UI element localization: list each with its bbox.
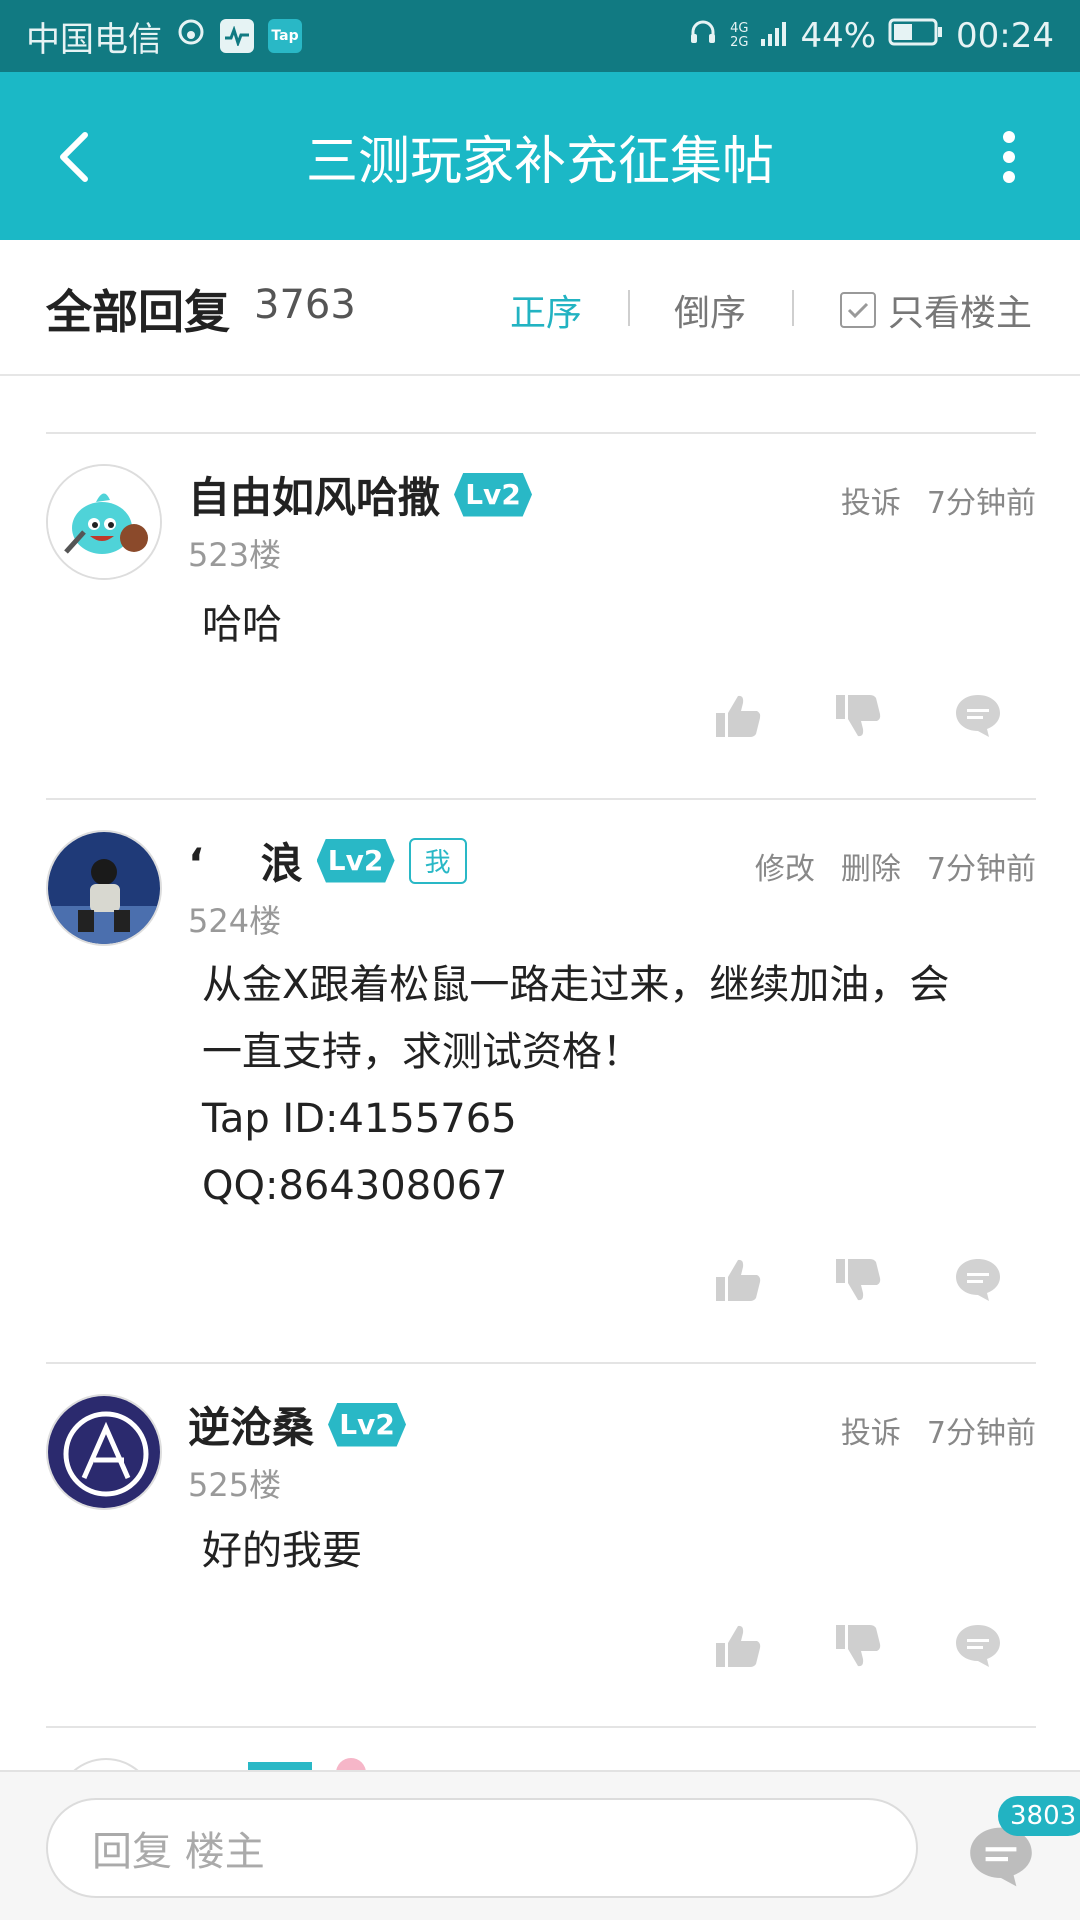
status-left: 中国电信 Tap [26, 0, 302, 72]
comment-bubble-icon[interactable] [948, 1616, 1008, 1676]
username[interactable]: ‘ 浪 Lv2 我 [188, 830, 467, 891]
post-actions [708, 1616, 1008, 1676]
post-time: 7分钟前 [926, 486, 1036, 521]
clock: 00:24 [956, 16, 1054, 56]
comment-bubble-icon[interactable] [948, 1250, 1008, 1310]
comment-bubble-icon[interactable] [948, 686, 1008, 746]
signal-icon [760, 16, 788, 56]
content-line: 从金X跟着松鼠一路走过来，继续加油，会 [202, 962, 950, 1008]
only-op-toggle[interactable]: 只看楼主 [840, 284, 1032, 336]
thumb-up-icon[interactable] [708, 1616, 768, 1676]
sort-ascending-tab[interactable]: 正序 [510, 284, 582, 336]
post-meta: 投诉 7分钟前 [841, 478, 1036, 522]
username-text: 逆沧桑 [188, 1403, 315, 1452]
status-right: 4G 2G 44% 00:24 [688, 0, 1054, 72]
app-header: 三测玩家补充征集帖 [0, 72, 1080, 240]
avatar[interactable] [46, 464, 162, 580]
post-content: 从金X跟着松鼠一路走过来，继续加油，会 一直支持，求测试资格！ Tap ID:4… [202, 952, 1022, 1220]
delete-link[interactable]: 删除 [841, 844, 901, 888]
content-line: 哈哈 [202, 602, 282, 648]
content-line: 好的我要 [202, 1528, 362, 1574]
divider [628, 290, 630, 326]
thumb-down-icon[interactable] [828, 1250, 888, 1310]
avatar[interactable] [46, 1394, 162, 1510]
me-badge: 我 [408, 837, 467, 884]
post-meta: 修改 删除 7分钟前 [755, 844, 1036, 888]
avatar[interactable] [56, 1758, 156, 1770]
sticker-icon [336, 1758, 366, 1770]
reply-post: 逆沧桑 Lv2 525楼 投诉 7分钟前 好的我要 [46, 1362, 1036, 1726]
post-content: 哈哈 [202, 592, 1022, 659]
battery-icon [888, 16, 944, 56]
level-badge [248, 1762, 312, 1770]
floor-number: 523楼 [188, 536, 282, 574]
activity-icon [220, 19, 254, 53]
thumb-down-icon[interactable] [828, 686, 888, 746]
bottom-reply-bar: 回复 楼主 3803 [0, 1770, 1080, 1920]
all-replies-label: 全部回复 [46, 285, 230, 339]
post-time: 7分钟前 [926, 1416, 1036, 1451]
username[interactable]: 逆沧桑 Lv2 [188, 1394, 407, 1455]
headphone-icon [688, 16, 718, 56]
content-line: 一直支持，求测试资格！ [202, 1029, 642, 1075]
content-line: Tap ID:4155765 [202, 1096, 517, 1142]
post-meta: 投诉 7分钟前 [841, 1408, 1036, 1452]
comment-count-badge: 3803 [998, 1796, 1080, 1836]
reply-input[interactable]: 回复 楼主 [46, 1798, 918, 1898]
page-title: 三测玩家补充征集帖 [305, 131, 774, 192]
sort-descending-tab[interactable]: 倒序 [674, 284, 746, 336]
reply-count: 3763 [254, 282, 356, 328]
battery-percent: 44% [800, 16, 877, 56]
level-badge: Lv2 [316, 838, 395, 883]
reply-post: 自由如风哈撒 Lv2 523楼 投诉 7分钟前 哈哈 [46, 432, 1036, 796]
thumb-up-icon[interactable] [708, 1250, 768, 1310]
thumb-down-icon[interactable] [828, 1616, 888, 1676]
edit-link[interactable]: 修改 [755, 844, 815, 888]
status-bar: 中国电信 Tap 4G 2G 44% 00:24 [0, 0, 1080, 72]
report-link[interactable]: 投诉 [841, 478, 901, 522]
reply-post-partial [46, 1726, 1036, 1770]
username[interactable]: 自由如风哈撒 Lv2 [188, 464, 533, 525]
username-text: 自由如风哈撒 [188, 473, 441, 522]
level-badge: Lv2 [454, 472, 533, 517]
content-line: QQ:864308067 [202, 1163, 508, 1209]
report-link[interactable]: 投诉 [841, 1408, 901, 1452]
level-badge: Lv2 [328, 1402, 407, 1447]
sync-icon [176, 16, 206, 56]
username-text: ‘ 浪 [188, 839, 303, 888]
tap-app-icon: Tap [268, 19, 302, 53]
carrier-name: 中国电信 [26, 19, 162, 60]
reply-post: ‘ 浪 Lv2 我 524楼 修改 删除 7分钟前 从金X跟着松鼠一路走过来，继… [46, 798, 1036, 1362]
checkbox-icon[interactable] [840, 292, 876, 328]
divider [792, 290, 794, 326]
post-actions [708, 686, 1008, 746]
post-actions [708, 1250, 1008, 1310]
post-content: 好的我要 [202, 1518, 1022, 1585]
reply-sort-bar: 全部回复 3763 正序 倒序 只看楼主 [0, 240, 1080, 376]
only-op-label: 只看楼主 [888, 293, 1033, 334]
avatar[interactable] [46, 830, 162, 946]
floor-number: 524楼 [188, 902, 282, 940]
more-vertical-icon [1003, 131, 1015, 183]
thumb-up-icon[interactable] [708, 686, 768, 746]
floor-number: 525楼 [188, 1466, 282, 1504]
post-time: 7分钟前 [926, 852, 1036, 887]
network-type: 4G 2G [730, 21, 749, 50]
more-button[interactable] [974, 122, 1044, 192]
